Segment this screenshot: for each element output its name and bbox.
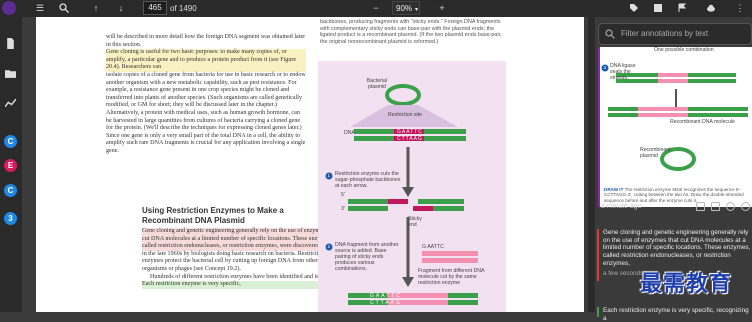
thumb-step-3-label: DNA ligase seals the strands. bbox=[610, 63, 636, 81]
filter-placeholder: Filter annotations by text bbox=[621, 29, 709, 38]
chart-icon[interactable] bbox=[4, 97, 17, 110]
page-count: of 1490 bbox=[170, 4, 197, 13]
focus-icon[interactable] bbox=[696, 202, 705, 211]
fragment-top: AATTC bbox=[427, 244, 444, 250]
search-icon bbox=[605, 29, 615, 39]
thumb-draw-it: DRAW IT bbox=[604, 187, 624, 192]
thumb-step-number: 3 bbox=[603, 65, 607, 70]
cloud-icon[interactable] bbox=[705, 2, 717, 14]
filter-input[interactable]: Filter annotations by text bbox=[598, 23, 752, 45]
note-text: Each restriction enzyme is very specific… bbox=[603, 307, 749, 322]
paragraph: will be described in more detail how the… bbox=[106, 34, 306, 48]
step-2-number: 2 bbox=[327, 244, 331, 249]
restriction-enzyme-figure: Bacterial plasmid Restriction site DNA G… bbox=[318, 61, 506, 312]
prime-5-label: 5' bbox=[341, 192, 345, 198]
thumb-draw-text: The restriction enzyme MstII recognizes … bbox=[604, 187, 744, 203]
sidebar-item-c1[interactable]: C bbox=[4, 135, 17, 148]
top-toolbar: ☰ ↑ ↓ 465 of 1490 − 90% ▾ + ⋮ bbox=[0, 0, 752, 17]
thumb-recombinant-molecule: Recombinant DNA molecule bbox=[670, 119, 735, 125]
left-column-lower-text: Gene cloning and genetic engineering gen… bbox=[142, 228, 342, 289]
site-bottom-sequence: CTTAAG bbox=[397, 135, 423, 142]
fragment-g: G bbox=[422, 244, 427, 250]
left-sidebar: C E C 3 bbox=[0, 17, 22, 312]
sidebar-item-e[interactable]: E bbox=[4, 159, 17, 172]
app-logo-icon bbox=[2, 1, 16, 15]
step-1-number: 1 bbox=[327, 173, 331, 178]
restriction-site-label: Restriction site bbox=[388, 112, 423, 118]
palette-icon[interactable] bbox=[741, 202, 750, 211]
flag-icon[interactable] bbox=[676, 2, 688, 14]
sticky-end-label: Sticky end bbox=[408, 216, 422, 228]
pdf-page: will be described in more detail how the… bbox=[36, 17, 584, 312]
site-top-sequence: GAATTC bbox=[397, 128, 423, 135]
bacterial-plasmid-label: Bacterial plasmid bbox=[366, 78, 388, 90]
highlighted-paragraph-yellow[interactable]: Gene cloning is useful for two basic pur… bbox=[106, 49, 306, 72]
chevron-down-icon: ▾ bbox=[415, 7, 419, 13]
fragment-sequence: G AATTC bbox=[422, 244, 444, 250]
fragment-note-label: Fragment from different DNA molecule cut… bbox=[418, 268, 485, 286]
search-icon[interactable] bbox=[58, 2, 70, 14]
more-icon[interactable]: ⋮ bbox=[734, 2, 746, 14]
step-1-label: Restriction enzyme cuts the sugar-phosph… bbox=[335, 171, 401, 189]
thumb-recombinant-plasmid: Recombinant plasmid bbox=[640, 147, 671, 159]
prime-3-label: 3' bbox=[341, 206, 345, 212]
figure-caption-text: backbones, producing fragments with "sti… bbox=[320, 19, 502, 46]
save-icon[interactable] bbox=[652, 2, 664, 14]
scrollbar[interactable] bbox=[588, 17, 595, 312]
sidebar-item-c2[interactable]: C bbox=[4, 184, 17, 197]
figure-column: backbones, producing fragments with "sti… bbox=[318, 17, 506, 312]
left-column-text: will be described in more detail how the… bbox=[106, 34, 306, 156]
section-heading: Using Restriction Enzymes to Make a Reco… bbox=[142, 206, 284, 225]
arrow-down-icon[interactable]: ↓ bbox=[115, 2, 127, 14]
highlighted-paragraph-green[interactable]: Each restriction enzyme is very specific… bbox=[142, 281, 342, 289]
page-number-input[interactable]: 465 bbox=[143, 1, 167, 15]
tag-icon[interactable] bbox=[726, 202, 735, 211]
watermark: 最需教育 bbox=[640, 271, 733, 296]
document-icon[interactable] bbox=[4, 37, 17, 50]
dna-label: DNA bbox=[344, 130, 355, 136]
zoom-value: 90% bbox=[396, 4, 413, 13]
menu-icon[interactable]: ☰ bbox=[34, 2, 46, 14]
paragraph: in the late 1960s by biologists doing ba… bbox=[142, 250, 325, 272]
highlighted-paragraph-red[interactable]: Gene cloning and genetic engineering gen… bbox=[142, 228, 342, 251]
zoom-out-icon[interactable]: − bbox=[370, 2, 382, 14]
annotation-thumbnail[interactable]: One possible combination 3 DNA ligase se… bbox=[598, 47, 752, 207]
copy-icon[interactable] bbox=[711, 202, 720, 211]
paragraph: isolate copies of a cloned gene from bac… bbox=[106, 71, 306, 154]
annotation-time: a minute ago bbox=[601, 203, 642, 210]
annotation-note-green[interactable]: Each restriction enzyme is very specific… bbox=[597, 307, 752, 322]
zoom-in-icon[interactable]: + bbox=[436, 2, 448, 14]
bottom-sequence-bottom: CTTAAG bbox=[370, 300, 402, 306]
folder-icon[interactable] bbox=[4, 67, 17, 80]
thumb-top-label: One possible combination bbox=[654, 47, 714, 53]
bottom-sequence-top: GAATTC bbox=[370, 293, 402, 299]
sidebar-item-3[interactable]: 3 bbox=[4, 212, 17, 225]
tag-icon[interactable] bbox=[628, 2, 640, 14]
note-text: Gene cloning and genetic engineering gen… bbox=[603, 229, 751, 267]
step-2-label: DNA fragment from another source is adde… bbox=[335, 242, 399, 272]
arrow-up-icon[interactable]: ↑ bbox=[90, 2, 102, 14]
zoom-select[interactable]: 90% ▾ bbox=[392, 1, 420, 15]
